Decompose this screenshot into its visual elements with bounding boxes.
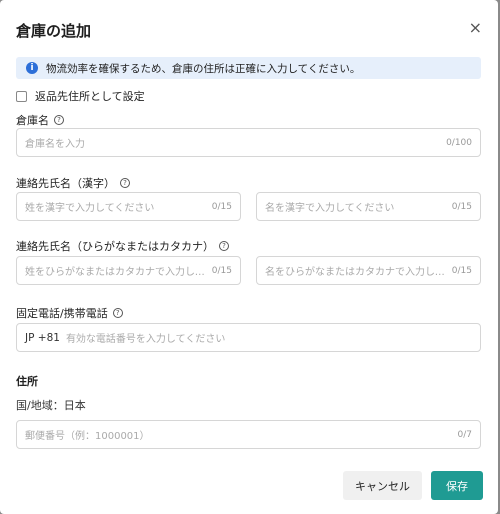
first-name-kana-input[interactable]: 名をひらがなまたはカタカナで入力してく… 0/15 xyxy=(256,256,481,285)
contact-kanji-label: 連絡先氏名（漢字） ? xyxy=(16,175,130,191)
cancel-button[interactable]: キャンセル xyxy=(343,471,422,500)
postal-code-placeholder: 郵便番号（例：1000001） xyxy=(25,431,150,442)
dialog-title: 倉庫の追加 xyxy=(16,22,92,40)
help-icon[interactable]: ? xyxy=(112,308,123,318)
add-warehouse-dialog: 倉庫の追加 × i 物流効率を確保するため、倉庫の住所は正確に入力してください。… xyxy=(0,0,498,514)
phone-placeholder: 有効な電話番号を入力してください xyxy=(65,334,226,345)
help-icon[interactable]: ? xyxy=(219,241,229,251)
return-address-label: 返品先住所として設定 xyxy=(35,90,145,103)
help-icon[interactable]: ? xyxy=(120,178,130,188)
contact-kana-label: 連絡先氏名（ひらがなまたはカタカナ） ? xyxy=(16,238,229,254)
return-address-checkbox[interactable] xyxy=(16,90,27,102)
save-button[interactable]: 保存 xyxy=(431,471,483,500)
info-banner: i 物流効率を確保するため、倉庫の住所は正確に入力してください。 xyxy=(16,57,481,79)
help-icon[interactable]: ? xyxy=(54,115,64,125)
close-icon[interactable]: × xyxy=(469,20,482,36)
warehouse-name-input[interactable]: 倉庫名を入力 0/100 xyxy=(16,128,481,157)
postal-code-counter: 0/7 xyxy=(457,429,472,440)
warehouse-name-counter: 0/100 xyxy=(446,137,472,148)
warehouse-name-placeholder: 倉庫名を入力 xyxy=(25,139,85,150)
info-icon: i xyxy=(26,62,38,74)
phone-label: 固定電話/携帯電話 ? xyxy=(16,305,123,321)
address-heading: 住所 xyxy=(16,375,38,388)
warehouse-name-label: 倉庫名 ? xyxy=(16,112,64,128)
country-code-prefix[interactable]: JP +81 xyxy=(25,332,60,344)
last-name-kanji-input[interactable]: 姓を漢字で入力してください 0/15 xyxy=(16,192,241,221)
info-text: 物流効率を確保するため、倉庫の住所は正確に入力してください。 xyxy=(46,62,361,75)
postal-code-input[interactable]: 郵便番号（例：1000001） 0/7 xyxy=(16,420,481,449)
return-address-option[interactable]: 返品先住所として設定 xyxy=(16,88,145,104)
last-name-kana-input[interactable]: 姓をひらがなまたはカタカナで入力してく… 0/15 xyxy=(16,256,241,285)
country-region: 国/地域：日本 xyxy=(16,399,86,412)
phone-input[interactable]: JP +81 有効な電話番号を入力してください xyxy=(16,323,481,352)
first-name-kanji-input[interactable]: 名を漢字で入力してください 0/15 xyxy=(256,192,481,221)
